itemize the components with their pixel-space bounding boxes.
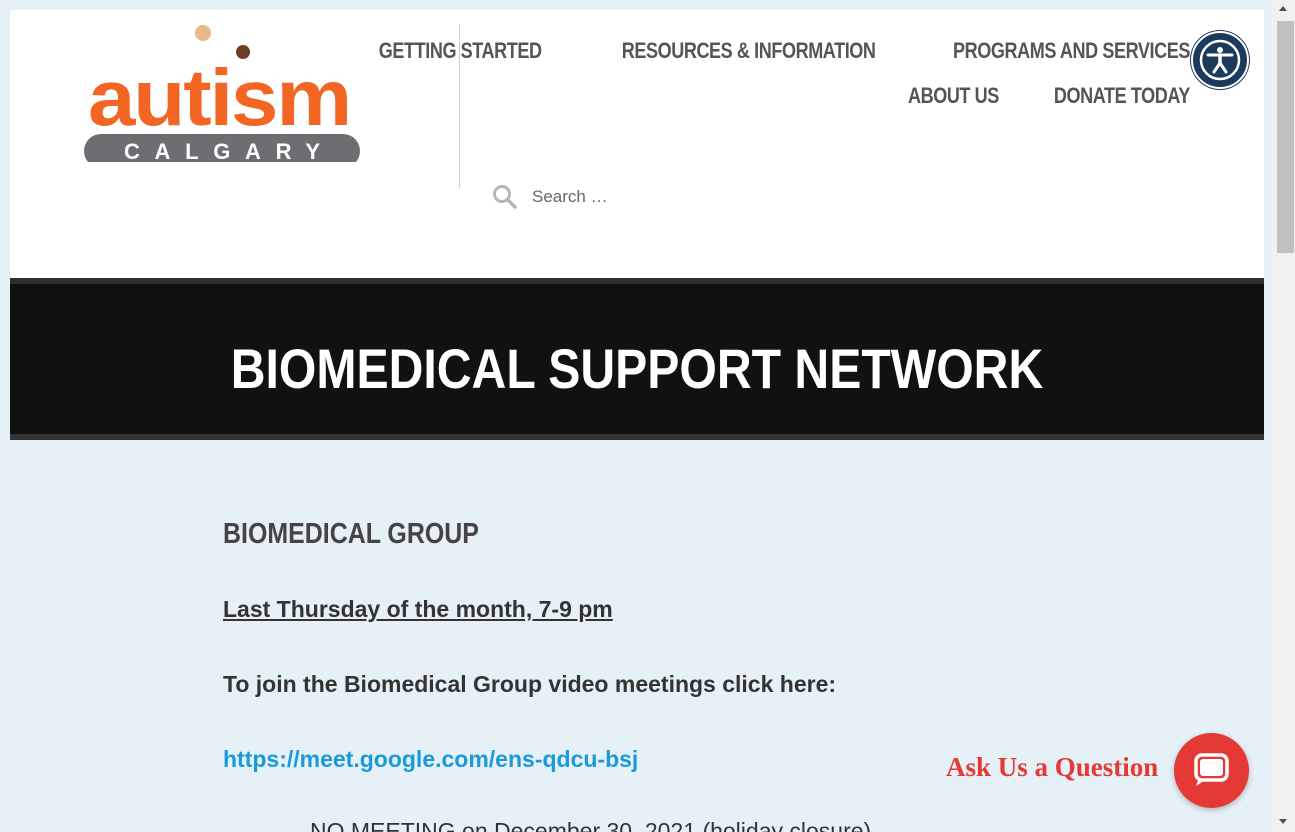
nav-programs-services[interactable]: PROGRAMS AND SERVICES: [953, 38, 1190, 64]
autism-calgary-logo[interactable]: autism CALGARY: [82, 22, 362, 162]
nav-resources-information[interactable]: RESOURCES & INFORMATION: [622, 38, 876, 64]
logo-word: autism: [88, 53, 350, 142]
scrollbar-thumb[interactable]: [1277, 21, 1294, 253]
site-header: autism CALGARY GETTING STARTED RESOURCES…: [10, 10, 1264, 278]
page-scrollbar[interactable]: [1272, 0, 1295, 832]
join-instructions: To join the Biomedical Group video meeti…: [223, 671, 837, 697]
no-meeting-notice: NO MEETING on December 30, 2021 (holiday…: [310, 818, 872, 832]
search-form: [492, 180, 792, 214]
scroll-up-arrow[interactable]: [1279, 6, 1287, 11]
scroll-down-arrow[interactable]: [1279, 819, 1287, 824]
nav-donate-today[interactable]: DONATE TODAY: [1054, 83, 1190, 109]
ask-question-label[interactable]: Ask Us a Question: [946, 752, 1158, 783]
nav-row-1: GETTING STARTED RESOURCES & INFORMATION …: [379, 28, 1191, 73]
google-meet-link[interactable]: https://meet.google.com/ens-qdcu-bsj: [223, 746, 638, 773]
main-navigation: GETTING STARTED RESOURCES & INFORMATION …: [379, 28, 1191, 118]
search-input[interactable]: [530, 186, 774, 208]
search-icon[interactable]: [492, 184, 518, 210]
page-banner: BIOMEDICAL SUPPORT NETWORK: [10, 278, 1264, 440]
accessibility-button[interactable]: [1191, 31, 1249, 89]
meeting-schedule: Last Thursday of the month, 7-9 pm: [223, 596, 613, 622]
logo-dot-tan: [195, 25, 211, 41]
accessibility-icon: [1199, 39, 1241, 81]
chat-button[interactable]: [1174, 733, 1249, 808]
chat-bubble-icon: [1194, 753, 1229, 786]
page: autism CALGARY GETTING STARTED RESOURCES…: [0, 0, 1295, 832]
nav-row-2: ABOUT US DONATE TODAY: [470, 73, 1190, 118]
section-heading: BIOMEDICAL GROUP: [223, 518, 479, 550]
nav-about-us[interactable]: ABOUT US: [908, 83, 999, 109]
nav-getting-started[interactable]: GETTING STARTED: [379, 38, 542, 64]
page-title: BIOMEDICAL SUPPORT NETWORK: [230, 337, 1044, 400]
